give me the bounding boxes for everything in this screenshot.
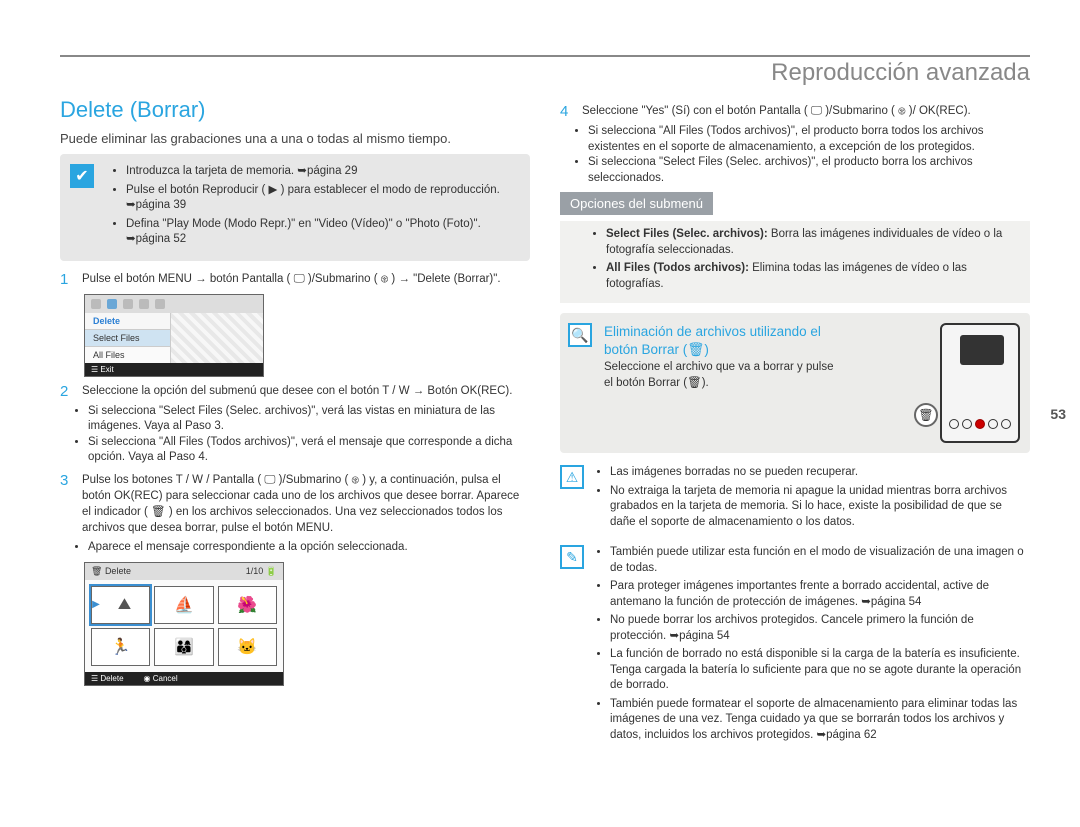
step-4: 4 Seleccione "Yes" (Sí) con el botón Pan… xyxy=(560,103,1030,120)
warning-item: No extraiga la tarjeta de memoria ni apa… xyxy=(610,484,1030,531)
delete-button-tip: 🔍 Eliminación de archivos utilizando el … xyxy=(560,313,1030,453)
ui1-tab xyxy=(155,299,165,309)
page-number: 53 xyxy=(1050,406,1066,422)
device-rec-button xyxy=(975,419,985,429)
ui1-tab xyxy=(123,299,133,309)
menu-icon: ☰ xyxy=(91,365,100,374)
ui2-thumb: 🌺 xyxy=(218,586,277,624)
ui1-exit-label: Exit xyxy=(100,365,113,374)
submenu-options-heading: Opciones del submenú xyxy=(560,192,713,215)
tip-text: Seleccione el archivo que va a borrar y … xyxy=(604,360,910,391)
left-column: Delete (Borrar) Puede eliminar las graba… xyxy=(60,97,530,746)
device-illustration: 🗑 xyxy=(940,323,1020,443)
ui2-thumb: 🐱 xyxy=(218,628,277,666)
note-item: No puede borrar los archivos protegidos.… xyxy=(610,613,1030,644)
section-title: Reproducción avanzada xyxy=(60,59,1030,87)
magnifier-icon: 🔍 xyxy=(568,323,592,347)
ui2-thumb: 👨‍👩‍👦 xyxy=(154,628,213,666)
submenu-item: All Files (Todos archivos): Elimina toda… xyxy=(606,261,1020,292)
submenu-options-block: Select Files (Selec. archivos): Borra la… xyxy=(560,221,1030,303)
right-column: 4 Seleccione "Yes" (Sí) con el botón Pan… xyxy=(560,97,1030,746)
device-button xyxy=(1001,419,1011,429)
ui2-thumb-selected: ⛰ xyxy=(91,586,150,624)
device-button xyxy=(962,419,972,429)
step-1: 1 Pulse el botón MENU → botón Pantalla (… xyxy=(60,271,530,288)
ui2-thumb: ⛵ xyxy=(154,586,213,624)
lead-text: Puede eliminar las grabaciones una a una… xyxy=(60,131,530,146)
step-body: Pulse los botones T / W / Pantalla ( 🖵 )… xyxy=(82,472,530,536)
header-rule xyxy=(60,55,1030,57)
tip-title: Eliminación de archivos utilizando el bo… xyxy=(604,323,910,358)
step-body: Pulse el botón MENU → botón Pantalla ( 🖵… xyxy=(82,271,530,288)
ui1-option-select-files: Select Files xyxy=(85,329,170,346)
step-number: 3 xyxy=(60,472,74,536)
step4-bullet: Si selecciona "All Files (Todos archivos… xyxy=(588,124,1030,155)
prerequisite-box: ✔ Introduzca la tarjeta de memoria. ➥pág… xyxy=(60,154,530,261)
warning-block: ⚠ Las imágenes borradas no se pueden rec… xyxy=(560,465,1030,533)
step-number: 4 xyxy=(560,103,574,120)
ui2-counter: 1/10 🔋 xyxy=(246,566,277,577)
step-3: 3 Pulse los botones T / W / Pantalla ( 🖵… xyxy=(60,472,530,536)
thumbnail-grid-screenshot: 🗑 Delete 1/10 🔋 ⛰ ⛵ 🌺 🏃 👨‍👩‍👦 🐱 ☰ Delete… xyxy=(84,562,284,686)
warning-icon: ⚠ xyxy=(560,465,584,489)
ui1-footer: ☰ Exit xyxy=(85,363,263,376)
ui2-thumb: 🏃 xyxy=(91,628,150,666)
device-button xyxy=(988,419,998,429)
note-item: También puede utilizar esta función en e… xyxy=(610,545,1030,576)
ui2-foot-cancel: ◉ Cancel xyxy=(144,674,178,683)
step-2: 2 Seleccione la opción del submenú que d… xyxy=(60,383,530,400)
ui1-tab xyxy=(139,299,149,309)
feature-title: Delete (Borrar) xyxy=(60,97,530,123)
step-number: 1 xyxy=(60,271,74,288)
prereq-item: Defina "Play Mode (Modo Repr.)" en "Vide… xyxy=(126,217,520,248)
device-button xyxy=(949,419,959,429)
note-item: También puede formatear el soporte de al… xyxy=(610,697,1030,744)
prereq-item: Introduzca la tarjeta de memoria. ➥págin… xyxy=(126,164,520,180)
trash-icon: 🗑 xyxy=(914,403,938,427)
ui1-tab xyxy=(91,299,101,309)
note-block: ✎ También puede utilizar esta función en… xyxy=(560,545,1030,746)
note-item: Para proteger imágenes importantes frent… xyxy=(610,579,1030,610)
ui2-foot-delete: ☰ Delete xyxy=(91,674,124,683)
note-icon: ✎ xyxy=(560,545,584,569)
step4-bullet: Si selecciona "Select Files (Selec. arch… xyxy=(588,155,1030,186)
ui1-tab-active xyxy=(107,299,117,309)
two-column-layout: Delete (Borrar) Puede eliminar las graba… xyxy=(60,97,1030,746)
step2-bullet: Si selecciona "Select Files (Selec. arch… xyxy=(88,404,530,435)
ui1-option-all-files: All Files xyxy=(85,346,170,363)
step-body: Seleccione la opción del submenú que des… xyxy=(82,383,530,400)
warning-item: Las imágenes borradas no se pueden recup… xyxy=(610,465,1030,481)
step-number: 2 xyxy=(60,383,74,400)
step-body: Seleccione "Yes" (Sí) con el botón Panta… xyxy=(582,103,1030,120)
delete-menu-screenshot: Delete Select Files All Files ☰ Exit xyxy=(84,294,264,377)
step2-bullet: Si selecciona "All Files (Todos archivos… xyxy=(88,435,530,466)
ui1-header: Delete xyxy=(85,313,170,329)
prereq-item: Pulse el botón Reproducir ( ▶ ) para est… xyxy=(126,183,520,214)
note-item: La función de borrado no está disponible… xyxy=(610,647,1030,694)
ui2-title: 🗑 Delete xyxy=(91,566,131,577)
step3-bullet: Aparece el mensaje correspondiente a la … xyxy=(88,540,530,556)
check-icon: ✔ xyxy=(70,164,94,188)
ui1-preview xyxy=(171,313,263,363)
submenu-item: Select Files (Selec. archivos): Borra la… xyxy=(606,227,1020,258)
ui1-tabbar xyxy=(85,295,263,313)
